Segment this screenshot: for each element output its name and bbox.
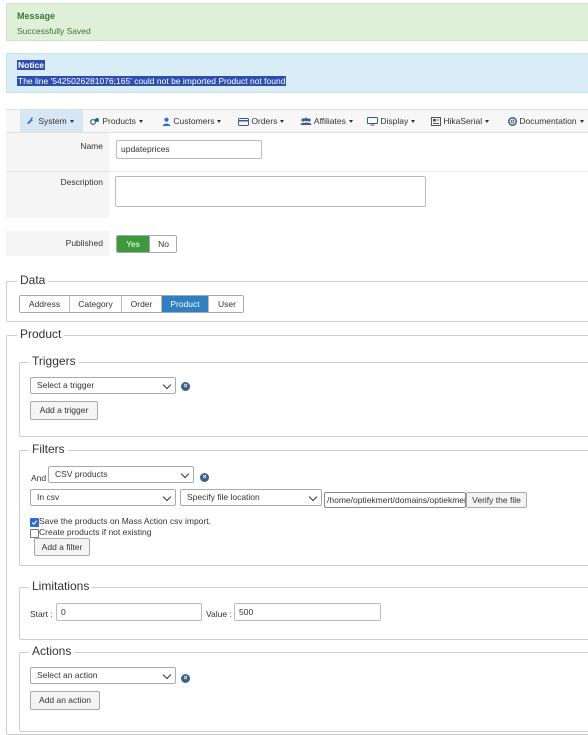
tab-category[interactable]: Category: [70, 296, 122, 312]
lifebuoy-icon: [508, 117, 517, 126]
chevron-down-icon: [411, 120, 416, 123]
menu-display-label: Display: [380, 116, 409, 126]
tab-address[interactable]: Address: [20, 296, 70, 312]
start-input[interactable]: 0: [56, 603, 202, 621]
menu-products-label: Products: [102, 116, 136, 126]
verify-file-button[interactable]: Verify the file: [466, 492, 527, 508]
chevron-down-icon: [69, 120, 74, 123]
name-label: Name: [80, 141, 103, 151]
filter-mode-value: In csv: [37, 492, 60, 502]
create-products-checkbox[interactable]: [30, 529, 39, 538]
menu-display[interactable]: Display: [367, 110, 416, 132]
file-location-select[interactable]: Specify file location: [180, 489, 322, 506]
chevron-down-icon: [180, 469, 190, 478]
name-input[interactable]: updateprices: [116, 140, 262, 159]
message-title: Message: [17, 11, 56, 21]
actions-legend: Actions: [29, 644, 75, 658]
remove-action-icon[interactable]: ×: [181, 674, 190, 683]
create-products-label: Create products if not existing: [39, 527, 152, 537]
action-select[interactable]: Select an action: [30, 667, 176, 684]
group-icon: [300, 117, 312, 125]
monitor-icon: [367, 117, 378, 126]
menu-customers-label: Customers: [173, 116, 215, 126]
tab-product[interactable]: Product: [162, 296, 209, 312]
products-icon: [89, 118, 99, 126]
check-icon: [31, 520, 38, 526]
user-icon: [162, 117, 171, 126]
published-label: Published: [65, 238, 103, 248]
trigger-select[interactable]: Select a trigger: [30, 377, 176, 394]
menu-documentation-label: Documentation: [519, 116, 577, 126]
menu-documentation[interactable]: Documentation: [508, 110, 584, 132]
chevron-down-icon: [162, 670, 172, 679]
chevron-down-icon: [138, 120, 143, 123]
name-label-cell: [6, 133, 109, 171]
chevron-down-icon: [162, 492, 172, 501]
value-input[interactable]: 500: [234, 603, 381, 621]
description-label: Description: [60, 177, 103, 187]
product-legend: Product: [17, 327, 65, 341]
add-action-button[interactable]: Add an action: [30, 691, 100, 710]
value-label: Value :: [206, 609, 232, 619]
action-select-value: Select an action: [37, 670, 98, 680]
menu-customers[interactable]: Customers: [162, 110, 222, 132]
file-location-value: Specify file location: [187, 492, 260, 502]
data-tabs: Address Category Order Product User: [19, 295, 244, 313]
notice-message: Notice The line '5425026281076;165' coul…: [6, 53, 588, 93]
triggers-fieldset: [19, 362, 588, 437]
menu-hikaserial-label: HikaSerial: [443, 116, 483, 126]
filter-mode-select[interactable]: In csv: [30, 489, 176, 506]
remove-trigger-icon[interactable]: ×: [181, 382, 190, 391]
chevron-down-icon: [308, 492, 318, 501]
notice-text: The line '5425026281076;165' could not b…: [17, 76, 287, 86]
chevron-down-icon: [579, 120, 584, 123]
chevron-down-icon: [217, 120, 222, 123]
success-message: Message Successfully Saved: [6, 3, 588, 41]
menu-products[interactable]: Products: [89, 110, 143, 132]
serial-icon: [431, 117, 441, 126]
filter-type-value: CSV products: [55, 469, 108, 479]
tab-user[interactable]: User: [209, 296, 243, 312]
tab-order[interactable]: Order: [122, 296, 162, 312]
chevron-down-icon: [162, 380, 172, 389]
published-toggle: Yes No: [116, 235, 177, 253]
limitations-legend: Limitations: [29, 579, 93, 593]
filter-type-select[interactable]: CSV products: [48, 466, 194, 483]
published-yes-button[interactable]: Yes: [117, 236, 149, 252]
save-products-label: Save the products on Mass Action csv imp…: [39, 516, 211, 526]
menu-orders-label: Orders: [251, 116, 278, 126]
wrench-icon: [27, 117, 36, 125]
menu-system[interactable]: System: [20, 110, 83, 132]
add-filter-button[interactable]: Add a filter: [34, 538, 90, 556]
message-text: Successfully Saved: [17, 26, 91, 36]
menu-affiliates[interactable]: Affiliates: [300, 110, 353, 132]
save-products-checkbox[interactable]: [30, 518, 39, 527]
menu-orders[interactable]: Orders: [238, 110, 285, 132]
add-trigger-button[interactable]: Add a trigger: [30, 401, 98, 420]
admin-toolbar: System Products Customers Orders Affilia…: [6, 109, 588, 133]
remove-filter-icon[interactable]: ×: [200, 473, 209, 482]
filters-legend: Filters: [29, 442, 68, 456]
trigger-select-value: Select a trigger: [37, 380, 95, 390]
card-icon: [238, 118, 249, 126]
published-no-button[interactable]: No: [149, 236, 176, 252]
description-textarea[interactable]: [115, 176, 426, 207]
data-legend: Data: [17, 273, 49, 287]
menu-affiliates-label: Affiliates: [313, 116, 346, 126]
actions-fieldset: [19, 652, 588, 732]
and-label: And: [31, 473, 47, 483]
start-label: Start :: [30, 609, 53, 619]
triggers-legend: Triggers: [29, 354, 79, 368]
file-path-input[interactable]: /home/optiekmert/domains/optiekmert: [324, 492, 466, 508]
chevron-down-icon: [348, 120, 353, 123]
menu-hikaserial[interactable]: HikaSerial: [431, 110, 490, 132]
menu-system-label: System: [38, 116, 67, 126]
chevron-down-icon: [485, 120, 490, 123]
notice-title: Notice: [17, 60, 45, 70]
chevron-down-icon: [280, 120, 285, 123]
